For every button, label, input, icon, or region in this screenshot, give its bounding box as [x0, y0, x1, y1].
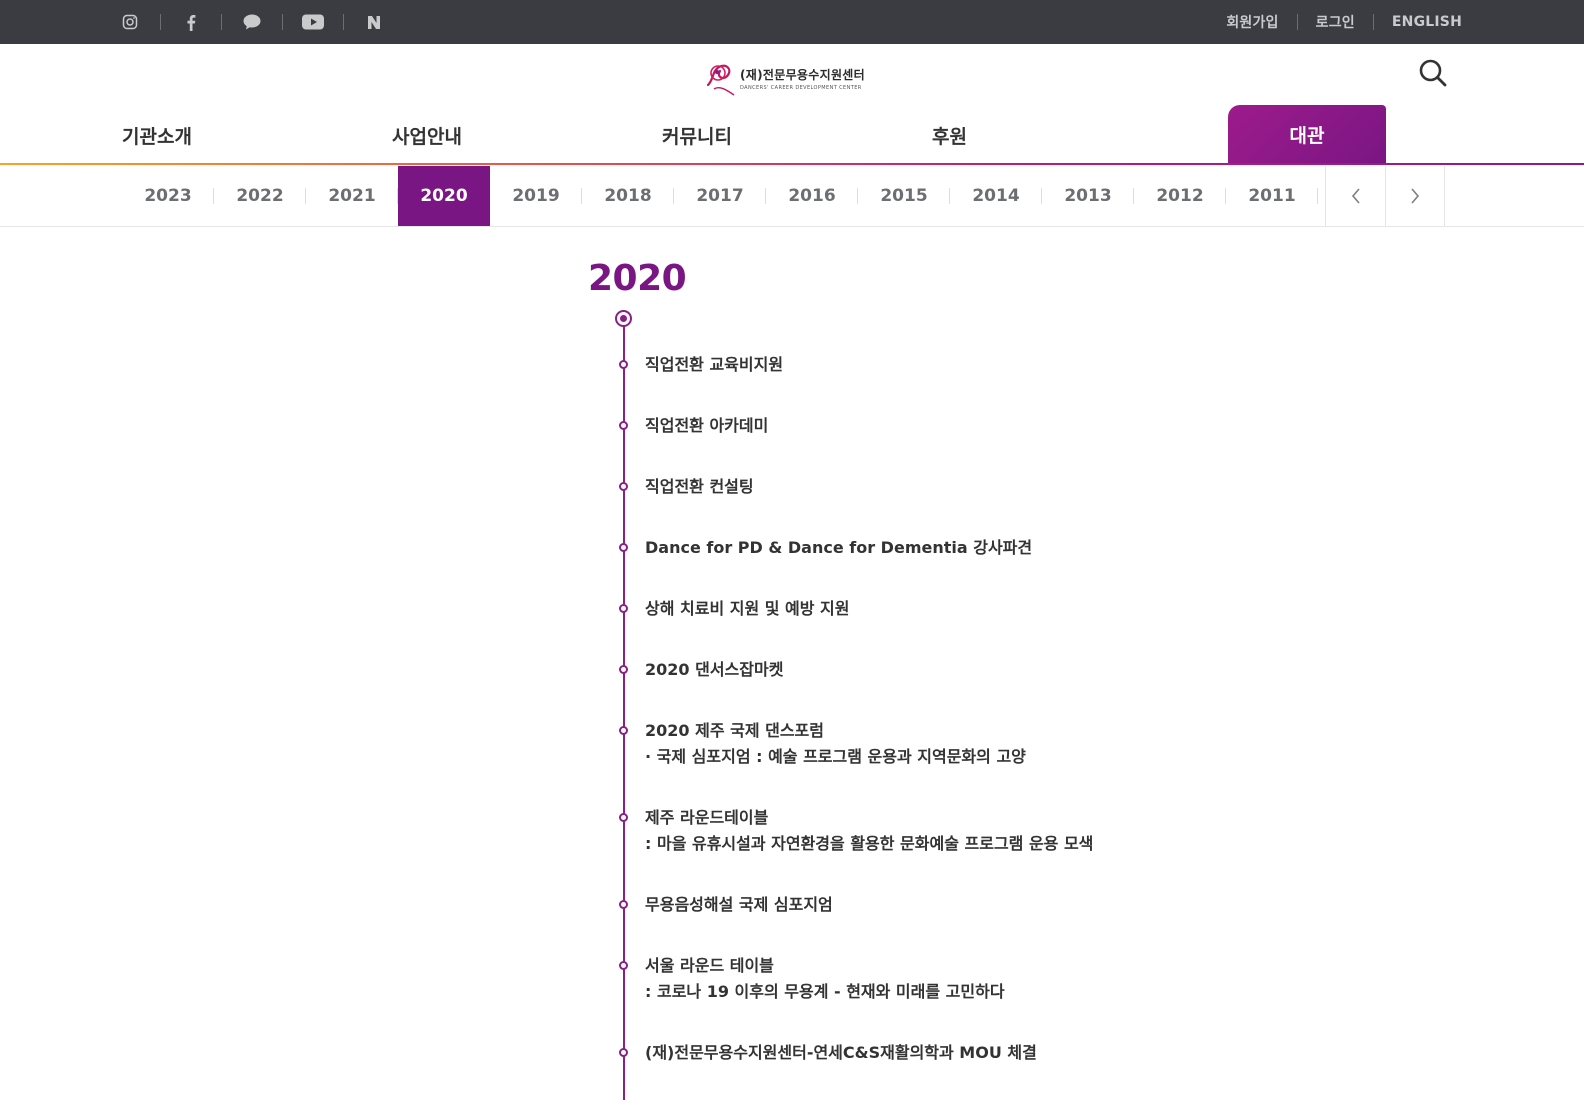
social-links [118, 0, 386, 44]
year-tab[interactable]: 2016 [766, 166, 858, 226]
timeline-item-title: 직업전환 아카데미 [645, 416, 769, 435]
timeline-item: 상해 치료비 지원 및 예방 지원 [645, 596, 850, 622]
timeline-item: 2020 제주 국제 댄스포럼 · 국제 심포지엄 : 예술 프로그램 운용과 지… [645, 718, 1026, 770]
timeline-dot [619, 813, 628, 822]
timeline-item: 무용음성해설 국제 심포지엄 [645, 892, 833, 918]
search-button[interactable] [1418, 58, 1448, 88]
chat-icon[interactable] [240, 0, 264, 44]
timeline-item-detail: : 마을 유휴시설과 자연환경을 활용한 문화예술 프로그램 운용 모색 [645, 834, 1094, 853]
year-tab[interactable]: 2014 [950, 166, 1042, 226]
timeline-item-detail: · 국제 심포지엄 : 예술 프로그램 운용과 지역문화의 고양 [645, 747, 1026, 766]
timeline-dot [619, 900, 628, 909]
year-tab[interactable]: 2019 [490, 166, 582, 226]
year-prev-button[interactable] [1325, 166, 1385, 226]
divider [221, 14, 222, 30]
main-navigation: 기관소개 사업안내 커뮤니티 후원 대관 [0, 105, 1584, 165]
site-logo[interactable]: (재)전문무용수지원센터 DANCERS' CAREER DEVELOPMENT… [704, 58, 884, 98]
divider [343, 14, 344, 30]
timeline-item: 서울 라운드 테이블 : 코로나 19 이후의 무용계 - 현재와 미래를 고민하… [645, 953, 1005, 1005]
timeline-dot [619, 543, 628, 552]
timeline-item-title: 2020 댄서스잡마켓 [645, 660, 784, 679]
timeline-item-title: (재)전문무용수지원센터-연세C&S재활의학과 MOU 체결 [645, 1043, 1037, 1062]
timeline-dot [619, 421, 628, 430]
divider [1372, 14, 1374, 30]
timeline-dot [619, 1048, 628, 1057]
timeline-item-title: 제주 라운드테이블 [645, 808, 769, 827]
timeline-item-title: 무용음성해설 국제 심포지엄 [645, 895, 833, 914]
nav-business[interactable]: 사업안내 [392, 105, 462, 165]
logo-title-ko: (재)전문무용수지원센터 [740, 67, 865, 82]
timeline-dot [619, 726, 628, 735]
timeline-item-title: 서울 라운드 테이블 [645, 956, 774, 975]
timeline-dot [619, 665, 628, 674]
english-link[interactable]: ENGLISH [1392, 14, 1462, 30]
year-next-button[interactable] [1385, 166, 1445, 226]
timeline-item-title: 2020 제주 국제 댄스포럼 [645, 721, 825, 740]
year-tab[interactable]: 2015 [858, 166, 950, 226]
nav-gradient-line [0, 163, 1584, 165]
year-tab[interactable]: 2023 [122, 166, 214, 226]
timeline-dot [619, 482, 628, 491]
timeline-dot [619, 961, 628, 970]
nav-sponsorship[interactable]: 후원 [932, 105, 967, 165]
year-tab[interactable]: 2013 [1042, 166, 1134, 226]
timeline-dot [619, 604, 628, 613]
nav-community[interactable]: 커뮤니티 [662, 105, 732, 165]
timeline-item-detail: : 코로나 19 이후의 무용계 - 현재와 미래를 고민하다 [645, 982, 1005, 1001]
timeline-item: 직업전환 컨설팅 [645, 474, 754, 500]
top-utility-bar: 회원가입 로그인 ENGLISH [0, 0, 1584, 44]
timeline-item-title: 직업전환 교육비지원 [645, 355, 784, 374]
year-tab[interactable]: 2017 [674, 166, 766, 226]
year-tabs: 2023 2022 2021 2020 2019 2018 2017 2016 … [122, 166, 1318, 226]
timeline-item: (재)전문무용수지원센터-연세C&S재활의학과 MOU 체결 [645, 1040, 1037, 1066]
year-tab[interactable]: 2022 [214, 166, 306, 226]
timeline-item-title: Dance for PD & Dance for Dementia 강사파견 [645, 538, 1033, 557]
timeline-item: 직업전환 아카데미 [645, 413, 768, 439]
nav-about[interactable]: 기관소개 [122, 105, 192, 165]
naver-icon[interactable] [362, 0, 386, 44]
year-tab-active[interactable]: 2020 [398, 166, 490, 226]
chevron-left-icon [1351, 188, 1360, 204]
timeline-start-marker [615, 310, 632, 327]
year-tab[interactable]: 2021 [306, 166, 398, 226]
timeline-item: 제주 라운드테이블 : 마을 유휴시설과 자연환경을 활용한 문화예술 프로그램 … [645, 805, 1093, 857]
timeline-line [623, 318, 625, 1100]
divider [1296, 14, 1298, 30]
divider [0, 226, 1584, 227]
timeline-item: Dance for PD & Dance for Dementia 강사파견 [645, 535, 1032, 561]
year-tab[interactable]: 2018 [582, 166, 674, 226]
divider [282, 14, 283, 30]
facebook-icon[interactable] [179, 0, 203, 44]
search-icon [1419, 59, 1447, 87]
year-tab[interactable]: 2011 [1226, 166, 1318, 226]
instagram-icon[interactable] [118, 0, 142, 44]
timeline-item-title: 직업전환 컨설팅 [645, 477, 754, 496]
youtube-icon[interactable] [301, 0, 325, 44]
timeline-item: 2020 댄서스잡마켓 [645, 657, 783, 683]
timeline-item-title: 상해 치료비 지원 및 예방 지원 [645, 599, 850, 618]
timeline-year-title: 2020 [588, 258, 687, 299]
chevron-right-icon [1411, 188, 1420, 204]
nav-rental-active[interactable]: 대관 [1228, 105, 1386, 164]
divider [160, 14, 161, 30]
utility-links: 회원가입 로그인 ENGLISH [1226, 0, 1462, 44]
timeline-item: 직업전환 교육비지원 [645, 352, 783, 378]
year-tab[interactable]: 2012 [1134, 166, 1226, 226]
logo-mark-icon [704, 59, 738, 97]
logo-title-en: DANCERS' CAREER DEVELOPMENT CENTER [740, 84, 862, 91]
signup-link[interactable]: 회원가입 [1226, 12, 1278, 32]
timeline-dot [619, 360, 628, 369]
login-link[interactable]: 로그인 [1316, 12, 1355, 32]
